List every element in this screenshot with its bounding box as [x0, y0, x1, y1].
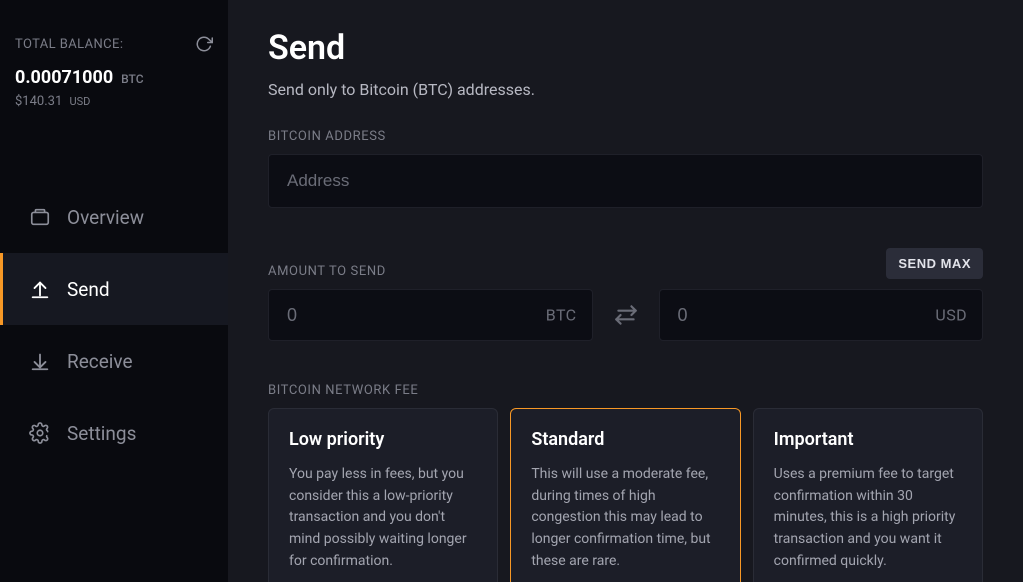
nav-item-label: Receive	[67, 350, 133, 373]
total-balance-label: TOTAL BALANCE:	[15, 37, 123, 52]
main-content: Send Send only to Bitcoin (BTC) addresse…	[228, 0, 1023, 582]
address-section-label: BITCOIN ADDRESS	[268, 129, 983, 144]
nav-item-label: Send	[67, 278, 110, 301]
sidebar-nav: Overview Send Receive Settings	[0, 181, 228, 469]
nav-item-label: Overview	[67, 206, 144, 229]
fee-options: Low priority You pay less in fees, but y…	[268, 408, 983, 582]
amount-fiat-unit: USD	[935, 306, 967, 325]
fee-option-title: Important	[774, 429, 962, 450]
gear-icon	[29, 422, 51, 444]
fee-option-standard[interactable]: Standard This will use a moderate fee, d…	[510, 408, 740, 582]
sidebar: TOTAL BALANCE: 0.00071000 BTC $140.31 US…	[0, 0, 228, 582]
balance-amount: 0.00071000	[15, 67, 113, 88]
amount-section-label: AMOUNT TO SEND	[268, 264, 386, 279]
balance-ticker: BTC	[121, 72, 143, 86]
amount-crypto-wrap: BTC	[268, 289, 593, 341]
balance-header: TOTAL BALANCE:	[15, 35, 213, 53]
page-subtitle: Send only to Bitcoin (BTC) addresses.	[268, 80, 983, 99]
fee-section-label: BITCOIN NETWORK FEE	[268, 383, 983, 398]
fee-option-desc: You pay less in fees, but you consider t…	[289, 464, 477, 572]
fee-option-title: Low priority	[289, 429, 477, 450]
fee-option-desc: This will use a moderate fee, during tim…	[531, 464, 719, 572]
nav-item-settings[interactable]: Settings	[0, 397, 228, 469]
fee-option-title: Standard	[531, 429, 719, 450]
balance-block: TOTAL BALANCE: 0.00071000 BTC $140.31 US…	[0, 35, 228, 109]
page-title: Send	[268, 28, 983, 68]
fee-option-important[interactable]: Important Uses a premium fee to target c…	[753, 408, 983, 582]
amount-crypto-unit: BTC	[546, 306, 577, 325]
balance-fiat-currency: USD	[70, 95, 91, 108]
nav-item-send[interactable]: Send	[0, 253, 228, 325]
fee-option-desc: Uses a premium fee to target confirmatio…	[774, 464, 962, 572]
send-icon	[29, 278, 51, 300]
overview-icon	[29, 206, 51, 228]
receive-icon	[29, 350, 51, 372]
nav-item-label: Settings	[67, 422, 136, 445]
balance-fiat: $140.31 USD	[15, 94, 213, 109]
refresh-icon[interactable]	[195, 35, 213, 53]
send-max-button[interactable]: SEND MAX	[886, 248, 983, 279]
amount-crypto-input[interactable]	[268, 289, 593, 341]
amount-fiat-wrap: USD	[659, 289, 984, 341]
fee-section: BITCOIN NETWORK FEE Low priority You pay…	[268, 383, 983, 582]
balance-crypto: 0.00071000 BTC	[15, 67, 213, 88]
swap-icon[interactable]	[613, 302, 639, 328]
nav-item-overview[interactable]: Overview	[0, 181, 228, 253]
nav-item-receive[interactable]: Receive	[0, 325, 228, 397]
fee-option-low[interactable]: Low priority You pay less in fees, but y…	[268, 408, 498, 582]
amount-row: BTC USD	[268, 289, 983, 341]
balance-fiat-amount: $140.31	[15, 94, 62, 109]
bitcoin-address-input[interactable]	[268, 154, 983, 208]
amount-fiat-input[interactable]	[659, 289, 984, 341]
